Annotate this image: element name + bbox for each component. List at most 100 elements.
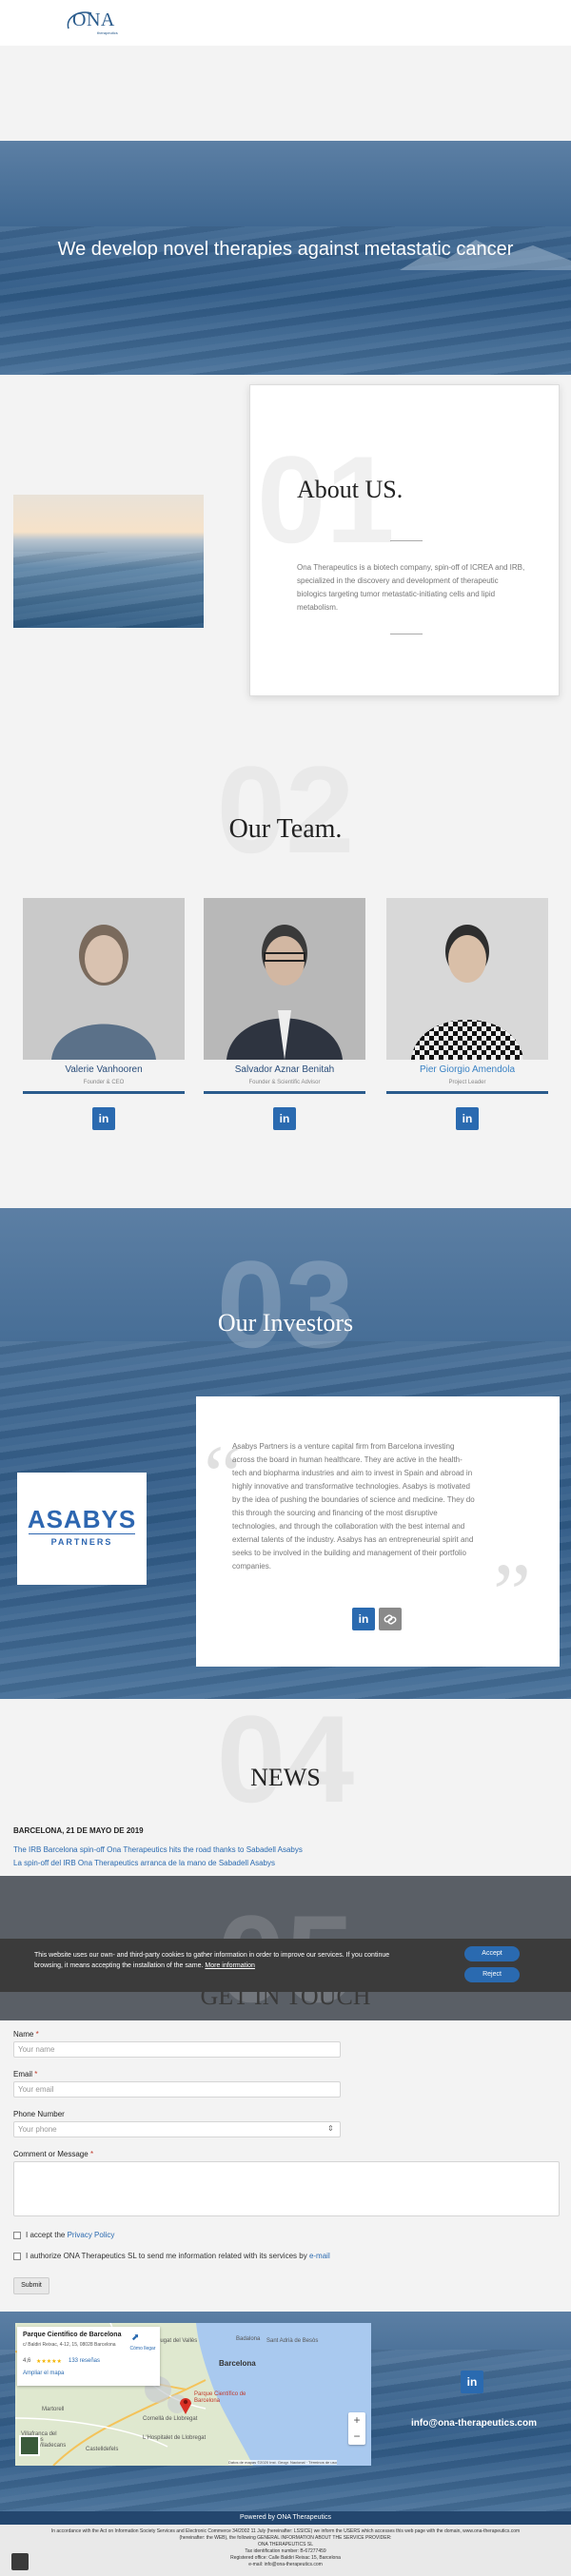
logo-text: ONA [72,10,115,30]
news-link[interactable]: La spin-off del IRB Ona Therapeutics arr… [13,1859,275,1867]
map-reviews-link[interactable]: 133 reseñas [69,2358,100,2364]
email-label: Email * [13,2070,38,2078]
asabys-logo-subtext: PARTNERS [50,1537,113,1547]
site-header: ONA therapeutics [0,0,571,46]
message-textarea[interactable] [13,2161,560,2216]
email-field[interactable]: Your email [13,2081,341,2098]
name-label: Name * [13,2030,39,2039]
member-accent-bar [386,1091,548,1094]
legal-line: In accordance with the Act on Informatio… [50,2528,521,2534]
member-accent-bar [204,1091,365,1094]
powered-by-bar: Powered by ONA Therapeutics [0,2511,571,2525]
submit-button[interactable]: Submit [13,2277,49,2294]
footer-email[interactable]: info@ona-therapeutics.com [411,2418,537,2429]
team-title: Our Team. [228,814,343,844]
linkedin-icon[interactable]: in [461,2371,483,2393]
phone-label: Phone Number [13,2110,65,2118]
member-name: Pier Giorgio Amendola [419,1064,516,1075]
email-consent-link[interactable]: e-mail [309,2252,330,2260]
about-sea-photo [13,495,204,628]
zoom-in-icon[interactable]: + [348,2412,365,2429]
cookie-accept-button[interactable]: Accept [464,1946,520,1961]
phone-spinner-icon[interactable]: ⇕ [327,2124,334,2133]
member-role: Founder & Scientific Advisor [248,1080,321,1085]
investors-number: 03 [216,1235,355,1374]
cookie-banner: This website uses our own- and third-par… [0,1939,571,1992]
member-accent-bar [23,1091,185,1094]
news-title: NEWS [250,1764,321,1791]
map-label: Barcelona [219,2359,256,2368]
avatar [204,898,365,1060]
team-number: 02 [216,740,355,879]
investors-title: Our Investors [217,1309,354,1337]
map-info-card: Parque Científico de Barcelona c/ Baldir… [17,2327,160,2386]
logo-subtext: therapeutics [97,30,118,35]
linkedin-icon[interactable]: in [92,1107,115,1130]
authorize-checkbox[interactable] [13,2253,21,2260]
name-field[interactable]: Your name [13,2041,341,2058]
investor-text: Asabys Partners is a venture capital fir… [232,1442,475,1571]
directions-icon[interactable]: ⬈ [131,2332,139,2343]
member-photo [386,898,548,1060]
about-divider-top [390,540,423,541]
privacy-policy-link[interactable]: Privacy Policy [68,2231,115,2239]
legal-line: (hereinafter: the WEB), the following GE… [179,2535,392,2541]
zoom-out-icon[interactable]: − [348,2429,365,2445]
legal-line: ONA THERAPEUTICS SL [258,2542,313,2547]
member-role: Founder & CEO [83,1080,125,1085]
cookie-more-info-link[interactable]: More information [205,1962,255,1969]
member-photo [23,898,185,1060]
cookie-text: This website uses our own- and third-par… [34,1950,415,1971]
close-quote-icon: ” [493,1547,531,1641]
map-rating: 4,6 [23,2358,31,2364]
legal-line: e-mail: info@ona-therapeutics.com [248,2562,323,2567]
privacy-consent-label: I accept the Privacy Policy [26,2231,115,2239]
legal-line: Registered office: Calle Baldiri Reixac … [230,2555,341,2561]
map-place-name: Parque Científico de Barcelona [23,2332,122,2338]
ona-logo[interactable]: ONA therapeutics [63,8,124,38]
recaptcha-badge-icon[interactable] [11,2553,29,2570]
avatar [386,898,548,1060]
map-label: Viladecans [38,2443,67,2449]
cookie-reject-button[interactable]: Reject [464,1967,520,1982]
asabys-logo: ASABYS PARTNERS [17,1473,147,1585]
authorize-consent-label: I authorize ONA Therapeutics SL to send … [26,2252,330,2260]
news-link[interactable]: The IRB Barcelona spin-off Ona Therapeut… [13,1845,303,1854]
website-link-icon[interactable] [379,1608,402,1630]
legal-line: Tax identification number: B-67277459 [245,2548,326,2554]
map-terms-link[interactable]: Términos de uso [308,2460,337,2465]
map-label: Badalona [236,2336,261,2342]
page: ONA therapeutics We develop novel therap… [0,0,571,2576]
member-role: Project Leader [448,1080,486,1085]
member-name: Valerie Vanhooren [65,1064,143,1075]
map-attribution: Datos de mapas ©2020 Inst. Geogr. Nacion… [228,2460,337,2465]
map-directions-link[interactable]: Cómo llegar [126,2346,160,2352]
linkedin-icon[interactable]: in [456,1107,479,1130]
about-title: About US. [297,476,404,503]
map-label: Castelldefels [86,2447,119,2452]
linkedin-icon[interactable]: in [273,1107,296,1130]
linkedin-icon[interactable]: in [352,1608,375,1630]
map-enlarge-link[interactable]: Ampliar el mapa [23,2371,64,2376]
privacy-checkbox[interactable] [13,2232,21,2239]
chain-link-icon [384,1614,397,1625]
map-zoom-controls: + − [348,2412,365,2445]
map-stars-icon: ★★★★★ [36,2359,62,2365]
map-address: c/ Baldiri Reixac, 4-12, 15, 08028 Barce… [23,2342,116,2348]
member-photo [204,898,365,1060]
map-pin-label: Parque Científico de Barcelona [194,2391,246,2404]
about-text: Ona Therapeutics is a biotech company, s… [297,563,525,612]
news-date: BARCELONA, 21 DE MAYO DE 2019 [13,1826,144,1835]
member-name: Salvador Aznar Benitah [234,1064,335,1075]
map-label: Sant Adrià de Besòs [266,2338,319,2344]
asabys-logo-text: ASABYS [27,1505,137,1533]
legal-notice: In accordance with the Act on Informatio… [0,2525,571,2576]
map-label: Martorell [42,2407,65,2412]
phone-field[interactable]: Your phone [13,2121,341,2137]
message-label: Comment or Message * [13,2150,94,2158]
hero-headline: We develop novel therapies against metas… [57,239,514,260]
map-label: Cornellà de Llobregat [143,2416,198,2422]
satellite-toggle-icon[interactable] [19,2435,40,2456]
avatar [23,898,185,1060]
map-label: L'Hospitalet de Llobregat [143,2435,207,2441]
